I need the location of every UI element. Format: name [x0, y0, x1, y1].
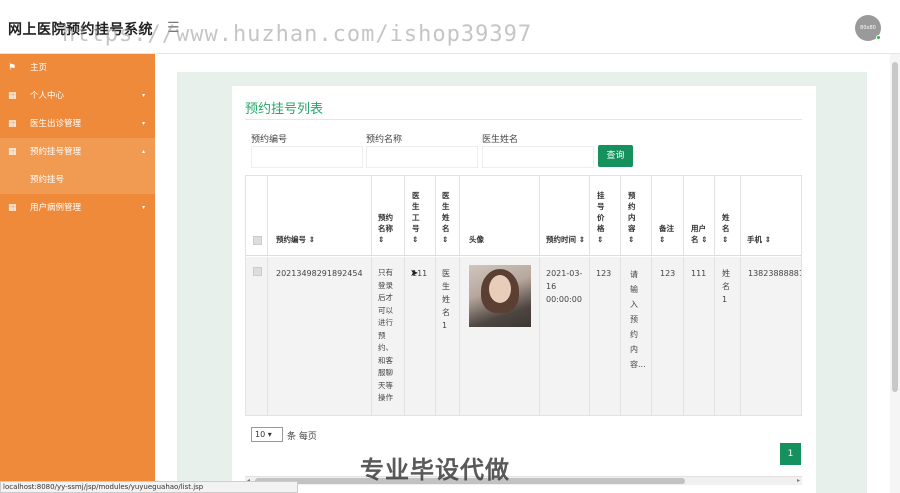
sidebar-item-home[interactable]: ⚑ 主页 [0, 54, 155, 82]
mouse-cursor-icon: ➤ [410, 268, 419, 279]
select-all-checkbox[interactable] [253, 236, 262, 245]
watermark-text: 专业毕设代做 [360, 456, 510, 484]
online-status-dot [876, 35, 881, 40]
header-price: 挂号价格 ⇕ [597, 191, 605, 244]
page-button-current[interactable]: 1 [780, 443, 801, 465]
cell-phone: 13823888881 [748, 269, 802, 278]
sidebar-item-profile[interactable]: ▦ 个人中心 ▾ [0, 82, 155, 110]
filter-label-doctor-name: 医生姓名 [482, 135, 519, 145]
row-checkbox[interactable] [253, 267, 262, 276]
sidebar-item-label: 医生出诊管理 [30, 119, 82, 129]
page-size-select[interactable]: 10 ▾ [251, 427, 283, 442]
booking-no-input[interactable] [251, 146, 363, 168]
header-cell[interactable]: 手机 ⇕ [741, 176, 801, 255]
header-cell[interactable]: 预约编号 ⇕ [268, 176, 372, 255]
cell-time: 2021-03-16 00:00:00 [546, 269, 583, 304]
cell: 123 [652, 257, 684, 415]
header-cell[interactable]: 预约时间 ⇕ [540, 176, 590, 255]
header-cell[interactable]: 挂号价格 ⇕ [590, 176, 621, 255]
header-cell: 头像 [460, 176, 540, 255]
booking-table: 预约编号 ⇕ 预约名称 ⇕ 医生工号 ⇕ 医生姓名 ⇕ 头像 预约时间 ⇕ 挂号… [245, 175, 802, 416]
sidebar-item-label: 用户病例管理 [30, 203, 82, 213]
header-cell[interactable]: 备注 ⇕ [652, 176, 684, 255]
cell-booking-name: 只有登录后才可以进行预约、和客服聊天等操作 [378, 268, 393, 402]
cell-content: 请输入预约内容... [630, 270, 646, 369]
status-bar-url: localhost:8080/yy-ssmj/jsp/modules/yuyue… [0, 481, 298, 493]
booking-name-input[interactable] [366, 146, 478, 168]
header-remark: 备注 ⇕ [659, 224, 674, 244]
sidebar-item-doctor-schedule[interactable]: ▦ 医生出诊管理 ▾ [0, 110, 155, 138]
cell: 只有登录后才可以进行预约、和客服聊天等操作 [372, 257, 405, 415]
grid-icon: ▦ [8, 119, 17, 129]
grid-icon: ▦ [8, 147, 17, 157]
cell-username: 111 [691, 269, 707, 278]
header-booking-no: 预约编号 ⇕ [276, 235, 315, 244]
header-cell[interactable]: 姓名 ⇕ [715, 176, 741, 255]
header-username: 用户名 ⇕ [691, 224, 708, 244]
cell: 20213498291892454 [268, 257, 372, 415]
table-row[interactable]: 20213498291892454 只有登录后才可以进行预约、和客服聊天等操作 … [246, 257, 802, 415]
sidebar-subitem-booking[interactable]: 预约挂号 [0, 166, 155, 194]
sidebar-item-label: 预约挂号管理 [30, 147, 82, 157]
page-size-label: 条 每页 [287, 432, 317, 442]
cell: 123 [590, 257, 621, 415]
title-divider [245, 119, 802, 120]
cell: 2021-03-16 00:00:00 [540, 257, 590, 415]
header-cell[interactable]: 用户名 ⇕ [684, 176, 715, 255]
cell: 111 [405, 257, 436, 415]
header-booking-name: 预约名称 ⇕ [378, 213, 393, 244]
cell: 13823888881 [741, 257, 802, 415]
chevron-down-icon: ▾ [141, 92, 145, 99]
cell-remark: 123 [660, 269, 676, 278]
header-doctor-id: 医生工号 ⇕ [412, 191, 420, 244]
filter-label-booking-name: 预约名称 [366, 135, 403, 145]
grid-icon: ▦ [8, 91, 17, 101]
chevron-down-icon: ▾ [141, 120, 145, 127]
header-cell-select [246, 176, 268, 255]
top-bar: 网上医院预约挂号系统 ☰ https://www.huzhan.com/isho… [0, 0, 900, 54]
header-phone: 手机 ⇕ [747, 235, 771, 244]
chevron-up-icon: ▴ [141, 148, 145, 155]
header-cell[interactable]: 预约内容 ⇕ [621, 176, 652, 255]
cell: 请输入预约内容... [621, 257, 652, 415]
flag-icon: ⚑ [8, 63, 17, 73]
header-photo: 头像 [469, 235, 484, 244]
header-cell[interactable]: 医生工号 ⇕ [405, 176, 436, 255]
grid-icon: ▦ [8, 203, 17, 213]
table-header-row: 预约编号 ⇕ 预约名称 ⇕ 医生工号 ⇕ 医生姓名 ⇕ 头像 预约时间 ⇕ 挂号… [246, 176, 801, 256]
cell-select [246, 257, 268, 415]
sidebar-item-booking-management[interactable]: ▦ 预约挂号管理 ▴ [0, 138, 155, 166]
cell-doctor-name: 医生姓名1 [442, 269, 450, 330]
header-cell[interactable]: 预约名称 ⇕ [372, 176, 405, 255]
page-title: 预约挂号列表 [245, 102, 324, 117]
query-button[interactable]: 查询 [598, 145, 633, 167]
header-content: 预约内容 ⇕ [628, 191, 636, 244]
cell-price: 123 [596, 269, 612, 278]
sidebar: ⚑ 主页 ▦ 个人中心 ▾ ▦ 医生出诊管理 ▾ ▦ 预约挂号管理 ▴ 预约挂号… [0, 54, 155, 493]
header-time: 预约时间 ⇕ [546, 235, 585, 244]
scrollbar-thumb[interactable] [892, 62, 898, 392]
cell: 111 [684, 257, 715, 415]
scroll-right-icon[interactable]: ▸ [797, 477, 800, 484]
avatar-photo [469, 265, 531, 327]
cell: 医生姓名1 [436, 257, 460, 415]
watermark-url: https://www.huzhan.com/ishop39397 [62, 22, 533, 47]
horizontal-scrollbar[interactable]: ◂ ▸ [245, 476, 802, 485]
header-cell[interactable]: 医生姓名 ⇕ [436, 176, 460, 255]
sidebar-item-label: 主页 [30, 63, 48, 73]
vertical-scrollbar[interactable] [890, 54, 900, 493]
chevron-down-icon: ▾ [141, 204, 145, 211]
sidebar-item-label: 个人中心 [30, 91, 65, 101]
cell-booking-no: 20213498291892454 [276, 269, 363, 278]
filter-label-booking-no: 预约编号 [251, 135, 288, 145]
cell: 姓名1 [715, 257, 741, 415]
header-doctor-name: 医生姓名 ⇕ [442, 191, 450, 244]
doctor-name-input[interactable] [482, 146, 594, 168]
sidebar-item-patient-records[interactable]: ▦ 用户病例管理 ▾ [0, 194, 155, 222]
header-name: 姓名 ⇕ [722, 213, 730, 244]
cell-name: 姓名1 [722, 269, 730, 304]
